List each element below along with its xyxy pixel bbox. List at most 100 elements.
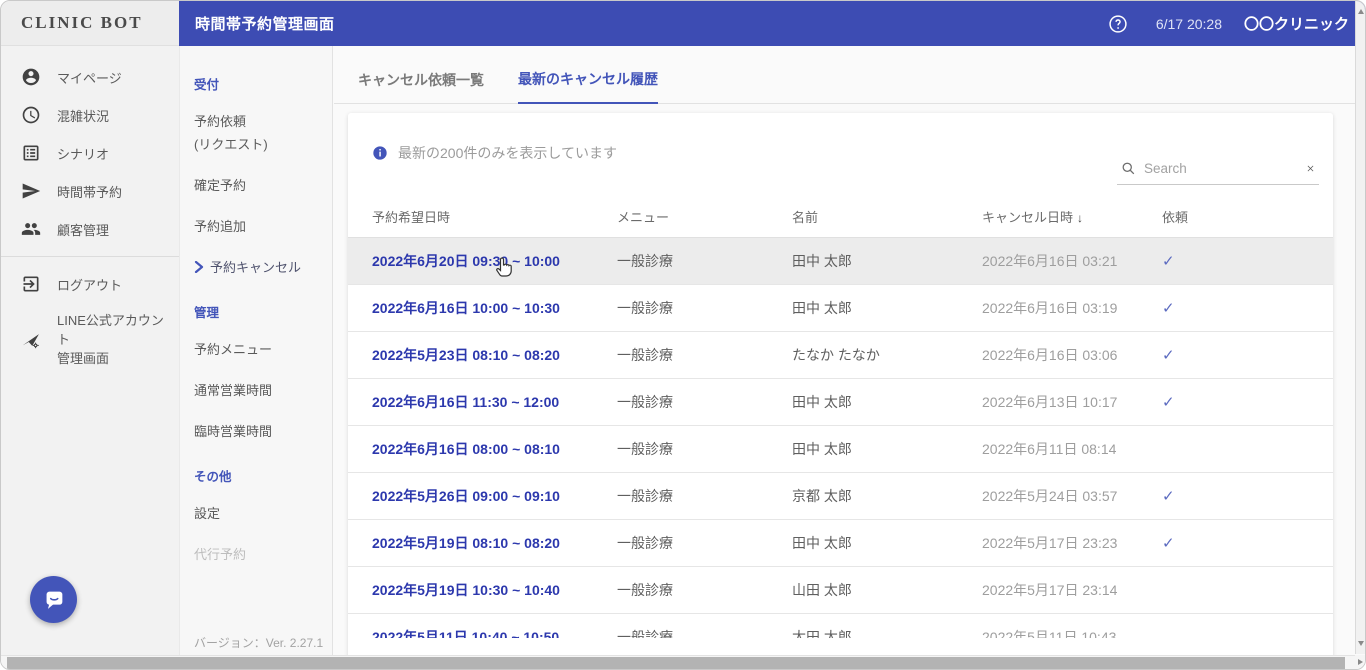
chat-launcher-button[interactable]: [30, 576, 77, 623]
cancelled-at-cell: 2022年5月17日 23:23: [982, 535, 1118, 551]
scroll-up-icon[interactable]: [1358, 9, 1364, 14]
sidebar-item-congestion[interactable]: 混雑状況: [1, 96, 179, 134]
search-icon: [1122, 162, 1135, 175]
sidebar-item-scenario[interactable]: シナリオ: [1, 134, 179, 172]
sidebar-item-line-account[interactable]: LINE公式アカウント 管理画面: [1, 303, 179, 378]
search-input[interactable]: [1144, 161, 1296, 176]
chat-bubble-icon: [46, 591, 62, 609]
requested-check-icon: ✓: [1162, 347, 1175, 364]
table-row[interactable]: 2022年6月16日 08:00 ~ 08:10 一般診療 田中 太郎 2022…: [348, 426, 1333, 473]
sidebar-item-logout[interactable]: ログアウト: [1, 265, 179, 303]
close-icon[interactable]: [1304, 162, 1317, 175]
column-header-cancelled-at[interactable]: キャンセル日時 ↓: [982, 207, 1162, 226]
menu-cell: 一般診療: [617, 253, 673, 269]
sidebar-item-label: 混雑状況: [57, 108, 110, 124]
sidebar-item-label: シナリオ: [57, 146, 110, 162]
submenu-item-business-hours[interactable]: 通常営業時間: [194, 380, 332, 399]
column-header-menu[interactable]: メニュー: [617, 207, 792, 226]
sidebar-item-mypage[interactable]: マイページ: [1, 58, 179, 96]
cancelled-at-cell: 2022年6月16日 03:21: [982, 253, 1118, 269]
sidebar-item-timeslot-booking[interactable]: 時間帯予約: [1, 172, 179, 210]
clinic-name: 〇〇クリニック: [1243, 16, 1349, 33]
name-cell: 太田 太郎: [792, 629, 852, 638]
scrollbar-corner: [1355, 655, 1365, 669]
name-cell: 田中 太郎: [792, 441, 852, 457]
cancelled-at-cell: 2022年5月11日 10:43: [982, 629, 1117, 638]
table-row[interactable]: 2022年6月20日 09:30 ~ 10:00 一般診療 田中 太郎 2022…: [348, 238, 1333, 285]
info-icon: [373, 146, 387, 160]
sidebar-item-customers[interactable]: 顧客管理: [1, 210, 179, 248]
sidebar-item-label: LINE公式アカウント 管理画面: [57, 313, 164, 366]
submenu-item-settings[interactable]: 設定: [194, 503, 332, 522]
submenu-section-other: その他: [194, 470, 232, 484]
menu-cell: 一般診療: [617, 394, 673, 410]
tab-latest-cancel-history[interactable]: 最新のキャンセル履歴: [518, 69, 658, 104]
tab-bar: キャンセル依頼一覧 最新のキャンセル履歴: [334, 46, 1365, 104]
sort-desc-icon: ↓: [1077, 211, 1084, 225]
submenu-item-cancel-booking[interactable]: 予約キャンセル: [194, 257, 332, 276]
table-row[interactable]: 2022年5月19日 10:30 ~ 10:40 一般診療 山田 太郎 2022…: [348, 567, 1333, 614]
logout-icon: [23, 276, 39, 292]
booking-datetime-link[interactable]: 2022年5月11日 10:40 ~ 10:50: [372, 627, 617, 638]
submenu-item-add-booking[interactable]: 予約追加: [194, 216, 332, 235]
scenario-list-icon: [23, 145, 39, 161]
booking-datetime-link[interactable]: 2022年5月19日 10:30 ~ 10:40: [372, 580, 617, 600]
column-header-datetime[interactable]: 予約希望日時: [372, 207, 617, 226]
horizontal-scrollbar-thumb[interactable]: [7, 657, 1345, 669]
name-cell: 田中 太郎: [792, 253, 852, 269]
send-icon: [22, 183, 41, 199]
people-icon: [21, 223, 41, 235]
requested-check-icon: ✓: [1162, 300, 1175, 317]
sidebar-item-label: 顧客管理: [57, 222, 110, 238]
submenu-item-booking-request[interactable]: 予約依頼 (リクエスト): [194, 111, 332, 153]
booking-datetime-link[interactable]: 2022年6月16日 08:00 ~ 08:10: [372, 439, 617, 459]
scroll-down-icon[interactable]: [1358, 641, 1364, 646]
table-row[interactable]: 2022年6月16日 10:00 ~ 10:30 一般診療 田中 太郎 2022…: [348, 285, 1333, 332]
booking-datetime-link[interactable]: 2022年6月20日 09:30 ~ 10:00: [372, 251, 617, 271]
table-row[interactable]: 2022年5月23日 08:10 ~ 08:20 一般診療 たなか たなか 20…: [348, 332, 1333, 379]
requested-check-icon: ✓: [1162, 394, 1175, 411]
cancel-history-card: 最新の200件のみを表示しています 予約希望日時 メニュー 名前: [348, 113, 1333, 669]
table-row[interactable]: 2022年5月26日 09:00 ~ 09:10 一般診療 京都 太郎 2022…: [348, 473, 1333, 520]
version-label: バージョン：Ver. 2.27.1: [194, 636, 324, 650]
booking-datetime-link[interactable]: 2022年6月16日 11:30 ~ 12:00: [372, 392, 617, 412]
booking-datetime-link[interactable]: 2022年5月23日 08:10 ~ 08:20: [372, 345, 617, 365]
table-row[interactable]: 2022年6月16日 11:30 ~ 12:00 一般診療 田中 太郎 2022…: [348, 379, 1333, 426]
horizontal-scrollbar[interactable]: [1, 655, 1357, 669]
name-cell: 山田 太郎: [792, 582, 852, 598]
cancel-history-table: 予約希望日時 メニュー 名前 キャンセル日時 ↓ 依頼 2022年6月20日 09…: [348, 196, 1333, 638]
menu-cell: 一般診療: [617, 629, 673, 638]
table-header-row: 予約希望日時 メニュー 名前 キャンセル日時 ↓ 依頼: [348, 196, 1333, 238]
sidebar-item-label: ログアウト: [57, 277, 123, 293]
submenu-item-proxy-booking: 代行予約: [194, 547, 247, 562]
cancelled-at-cell: 2022年6月16日 03:06: [982, 347, 1118, 363]
menu-cell: 一般診療: [617, 535, 673, 551]
booking-datetime-link[interactable]: 2022年5月19日 08:10 ~ 08:20: [372, 533, 617, 553]
name-cell: 京都 太郎: [792, 488, 852, 504]
search-box: [1117, 155, 1319, 185]
help-icon[interactable]: [1108, 14, 1128, 34]
cancelled-at-cell: 2022年5月24日 03:57: [982, 488, 1118, 504]
name-cell: 田中 太郎: [792, 535, 852, 551]
line-account-gear-icon: [22, 334, 39, 349]
submenu-item-confirmed-booking[interactable]: 確定予約: [194, 175, 332, 194]
booking-datetime-link[interactable]: 2022年6月16日 10:00 ~ 10:30: [372, 298, 617, 318]
scroll-right-icon[interactable]: [1358, 659, 1363, 665]
vertical-scrollbar[interactable]: [1355, 1, 1365, 654]
name-cell: 田中 太郎: [792, 394, 852, 410]
sidebar-item-label: マイページ: [57, 70, 122, 86]
column-header-requested[interactable]: 依頼: [1162, 207, 1309, 226]
submenu-section-manage: 管理: [194, 306, 220, 320]
sidebar-divider: [1, 256, 179, 257]
left-sidebar: マイページ 混雑状況 シナリオ 時間帯予約 顧客管理 ログアウト LINE公式ア…: [1, 46, 179, 669]
sidebar-item-label: 時間帯予約: [57, 184, 123, 200]
submenu-item-temporary-hours[interactable]: 臨時営業時間: [194, 421, 332, 440]
main-content: キャンセル依頼一覧 最新のキャンセル履歴 最新の200件のみを表示しています S…: [334, 46, 1365, 669]
table-row-clipped[interactable]: 2022年5月11日 10:40 ~ 10:50 一般診療 太田 太郎 2022…: [348, 614, 1333, 638]
booking-datetime-link[interactable]: 2022年5月26日 09:00 ~ 09:10: [372, 486, 617, 506]
column-header-name[interactable]: 名前: [792, 207, 982, 226]
table-row[interactable]: 2022年5月19日 08:10 ~ 08:20 一般診療 田中 太郎 2022…: [348, 520, 1333, 567]
tab-cancel-request-list[interactable]: キャンセル依頼一覧: [358, 70, 484, 103]
name-cell: たなか たなか: [792, 347, 880, 363]
submenu-item-booking-menu[interactable]: 予約メニュー: [194, 339, 332, 358]
